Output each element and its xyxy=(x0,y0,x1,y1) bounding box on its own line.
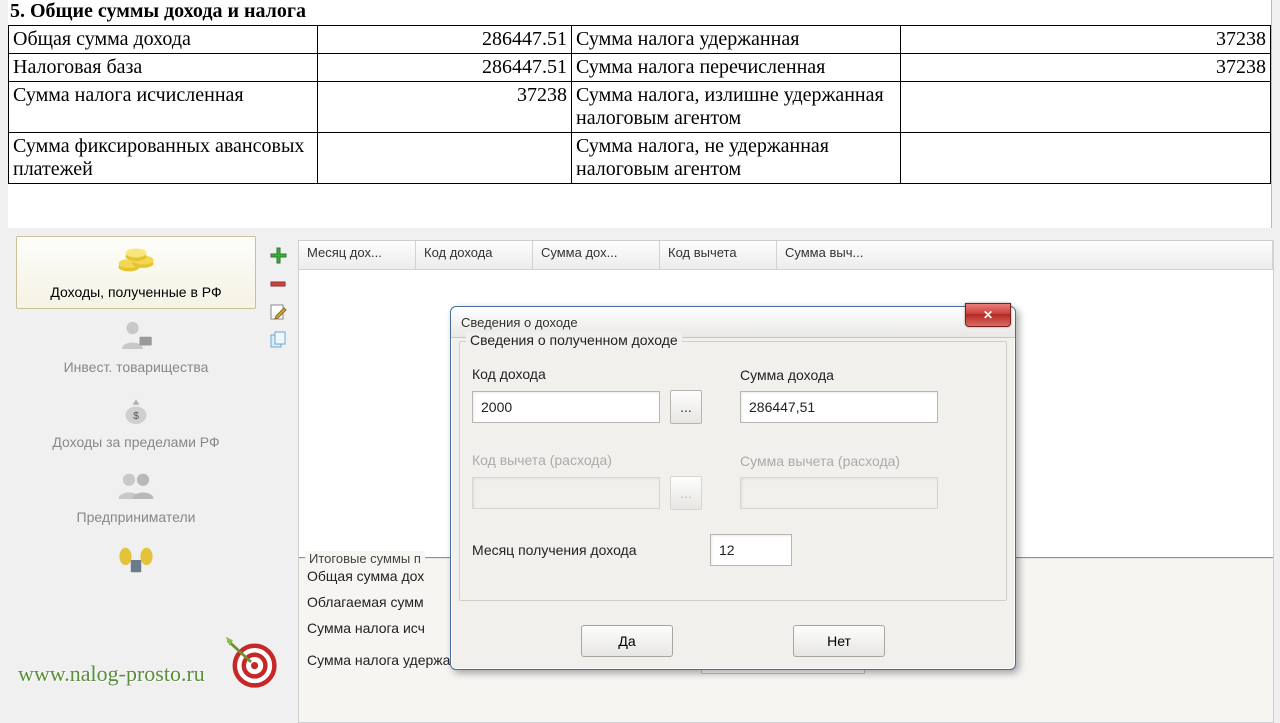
deduction-code-lookup-button: ... xyxy=(670,476,702,510)
grid-header-cell[interactable]: Сумма дох... xyxy=(533,241,660,269)
person-briefcase-icon xyxy=(115,318,157,352)
sidebar-item-label: Инвест. товарищества xyxy=(21,359,251,375)
table-cell-value: 286447.51 xyxy=(318,26,572,54)
money-bag-icon: $ xyxy=(115,393,157,427)
deduction-sum-input xyxy=(740,477,938,509)
plus-icon xyxy=(268,246,288,266)
income-fieldset: Сведения о полученном доходе Код дохода … xyxy=(459,341,1007,601)
table-cell-label: Сумма налога перечисленная xyxy=(572,54,901,82)
income-sum-input[interactable] xyxy=(740,391,938,423)
edit-icon xyxy=(268,302,288,322)
sidebar-item-income-foreign[interactable]: $ Доходы за пределами РФ xyxy=(16,386,256,459)
people-icon xyxy=(115,468,157,502)
ellipsis-icon: ... xyxy=(680,485,692,501)
grid-header-cell[interactable]: Код дохода xyxy=(416,241,533,269)
target-dart-icon xyxy=(224,635,278,689)
cancel-button[interactable]: Нет xyxy=(793,625,885,657)
grid-header-cell[interactable]: Сумма выч... xyxy=(777,241,1273,269)
table-cell-label: Сумма налога удержанная xyxy=(572,26,901,54)
dialog-title: Сведения о доходе xyxy=(461,315,578,330)
ok-button[interactable]: Да xyxy=(581,625,673,657)
vertical-toolbar xyxy=(264,240,292,356)
minus-icon xyxy=(268,274,288,294)
table-cell-label: Сумма налога, не удержанная налоговым аг… xyxy=(572,133,901,184)
table-cell-label: Сумма налога, излишне удержанная налогов… xyxy=(572,82,901,133)
ok-button-label: Да xyxy=(618,633,635,649)
copy-icon xyxy=(268,330,288,350)
dialog-close-button[interactable]: ✕ xyxy=(965,303,1011,327)
deduction-code-label: Код вычета (расхода) xyxy=(472,452,712,468)
grid-header-cell[interactable]: Месяц дох... xyxy=(299,241,416,269)
table-cell-label: Налоговая база xyxy=(9,54,318,82)
remove-button[interactable] xyxy=(266,272,290,296)
income-dialog: Сведения о доходе ✕ Сведения о полученно… xyxy=(450,306,1016,670)
income-code-label: Код дохода xyxy=(472,366,712,382)
table-cell-label: Сумма налога исчисленная xyxy=(9,82,318,133)
calculator-coins-icon xyxy=(115,543,157,577)
sidebar-item-extra[interactable] xyxy=(16,536,256,593)
table-cell-value: 37238 xyxy=(901,26,1271,54)
month-label: Месяц получения дохода xyxy=(472,542,682,558)
tax-summary-table: Общая сумма дохода 286447.51 Сумма налог… xyxy=(8,25,1271,184)
sidebar-item-label: Доходы за пределами РФ xyxy=(21,434,251,450)
watermark-text: www.nalog-prosto.ru xyxy=(18,661,205,687)
income-code-input[interactable] xyxy=(472,391,660,423)
month-input[interactable] xyxy=(710,534,792,566)
table-cell-value: 37238 xyxy=(901,54,1271,82)
table-cell-label: Сумма фиксированных авансовых платежей xyxy=(9,133,318,184)
table-cell-value xyxy=(901,133,1271,184)
sidebar-item-invest[interactable]: Инвест. товарищества xyxy=(16,311,256,384)
add-button[interactable] xyxy=(266,244,290,268)
fieldset-legend: Сведения о полученном доходе xyxy=(466,332,682,348)
table-cell-label: Общая сумма дохода xyxy=(9,26,318,54)
copy-button[interactable] xyxy=(266,328,290,352)
deduction-code-input xyxy=(472,477,660,509)
ellipsis-icon: ... xyxy=(680,399,692,415)
sidebar-item-entrepreneurs[interactable]: Предприниматели xyxy=(16,461,256,534)
grid-header-cell[interactable]: Код вычета xyxy=(660,241,777,269)
cancel-button-label: Нет xyxy=(827,633,851,649)
totals-title: Итоговые суммы п xyxy=(305,551,425,566)
close-icon: ✕ xyxy=(983,308,993,322)
document-section-title: 5. Общие суммы дохода и налога xyxy=(8,0,1271,25)
edit-button[interactable] xyxy=(266,300,290,324)
sidebar-item-label: Доходы, полученные в РФ xyxy=(21,284,251,300)
table-cell-value: 37238 xyxy=(318,82,572,133)
income-code-lookup-button[interactable]: ... xyxy=(670,390,702,424)
sidebar-item-label: Предприниматели xyxy=(21,509,251,525)
svg-text:$: $ xyxy=(133,410,139,422)
deduction-sum-label: Сумма вычета (расхода) xyxy=(740,453,994,469)
sidebar-item-income-rf[interactable]: Доходы, полученные в РФ xyxy=(16,236,256,309)
table-cell-value xyxy=(318,133,572,184)
document-section: 5. Общие суммы дохода и налога Общая сум… xyxy=(8,0,1272,228)
table-cell-value xyxy=(901,82,1271,133)
table-cell-value: 286447.51 xyxy=(318,54,572,82)
income-sum-label: Сумма дохода xyxy=(740,367,994,383)
grid-header: Месяц дох... Код дохода Сумма дох... Код… xyxy=(299,241,1273,270)
coins-icon xyxy=(115,243,157,277)
sidebar: Доходы, полученные в РФ Инвест. товарище… xyxy=(16,236,256,723)
